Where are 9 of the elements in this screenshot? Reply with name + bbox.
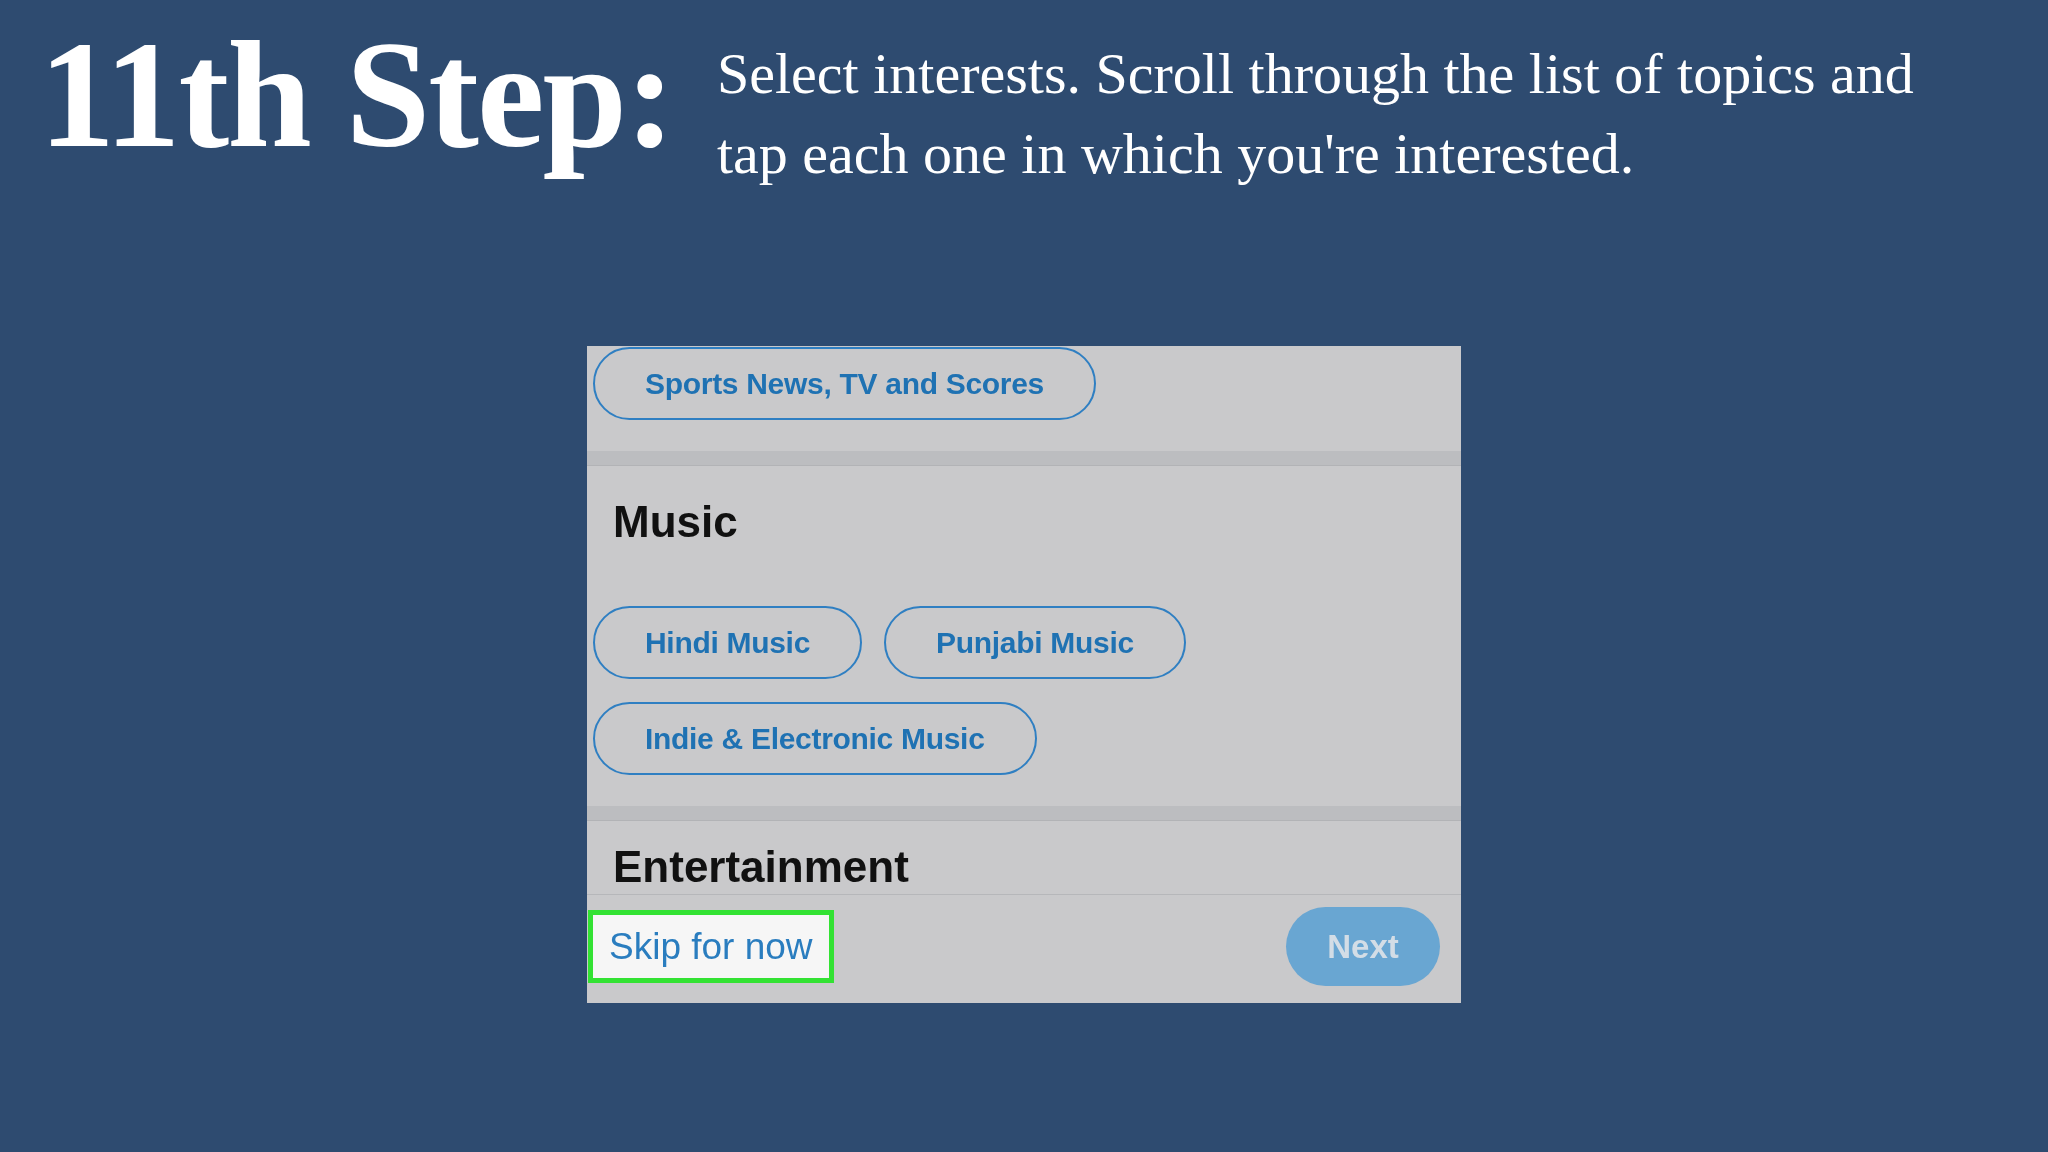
section-heading: Music <box>613 496 738 548</box>
topic-button[interactable]: Indie & Electronic Music <box>593 701 1037 775</box>
step-title: 11th Step: <box>39 10 674 181</box>
step-instructions: Select interests. Scroll through the list of topics and tap each one in which you're interested. <box>717 40 1914 188</box>
topic-button[interactable]: Punjabi Music <box>884 605 1186 679</box>
topic-button[interactable]: Hindi Music <box>593 605 863 679</box>
skip-link[interactable]: Skip for now <box>588 910 834 984</box>
topic-button[interactable]: Sports News, TV and Scores <box>593 347 1096 420</box>
section-heading: Entertainment <box>613 840 909 893</box>
